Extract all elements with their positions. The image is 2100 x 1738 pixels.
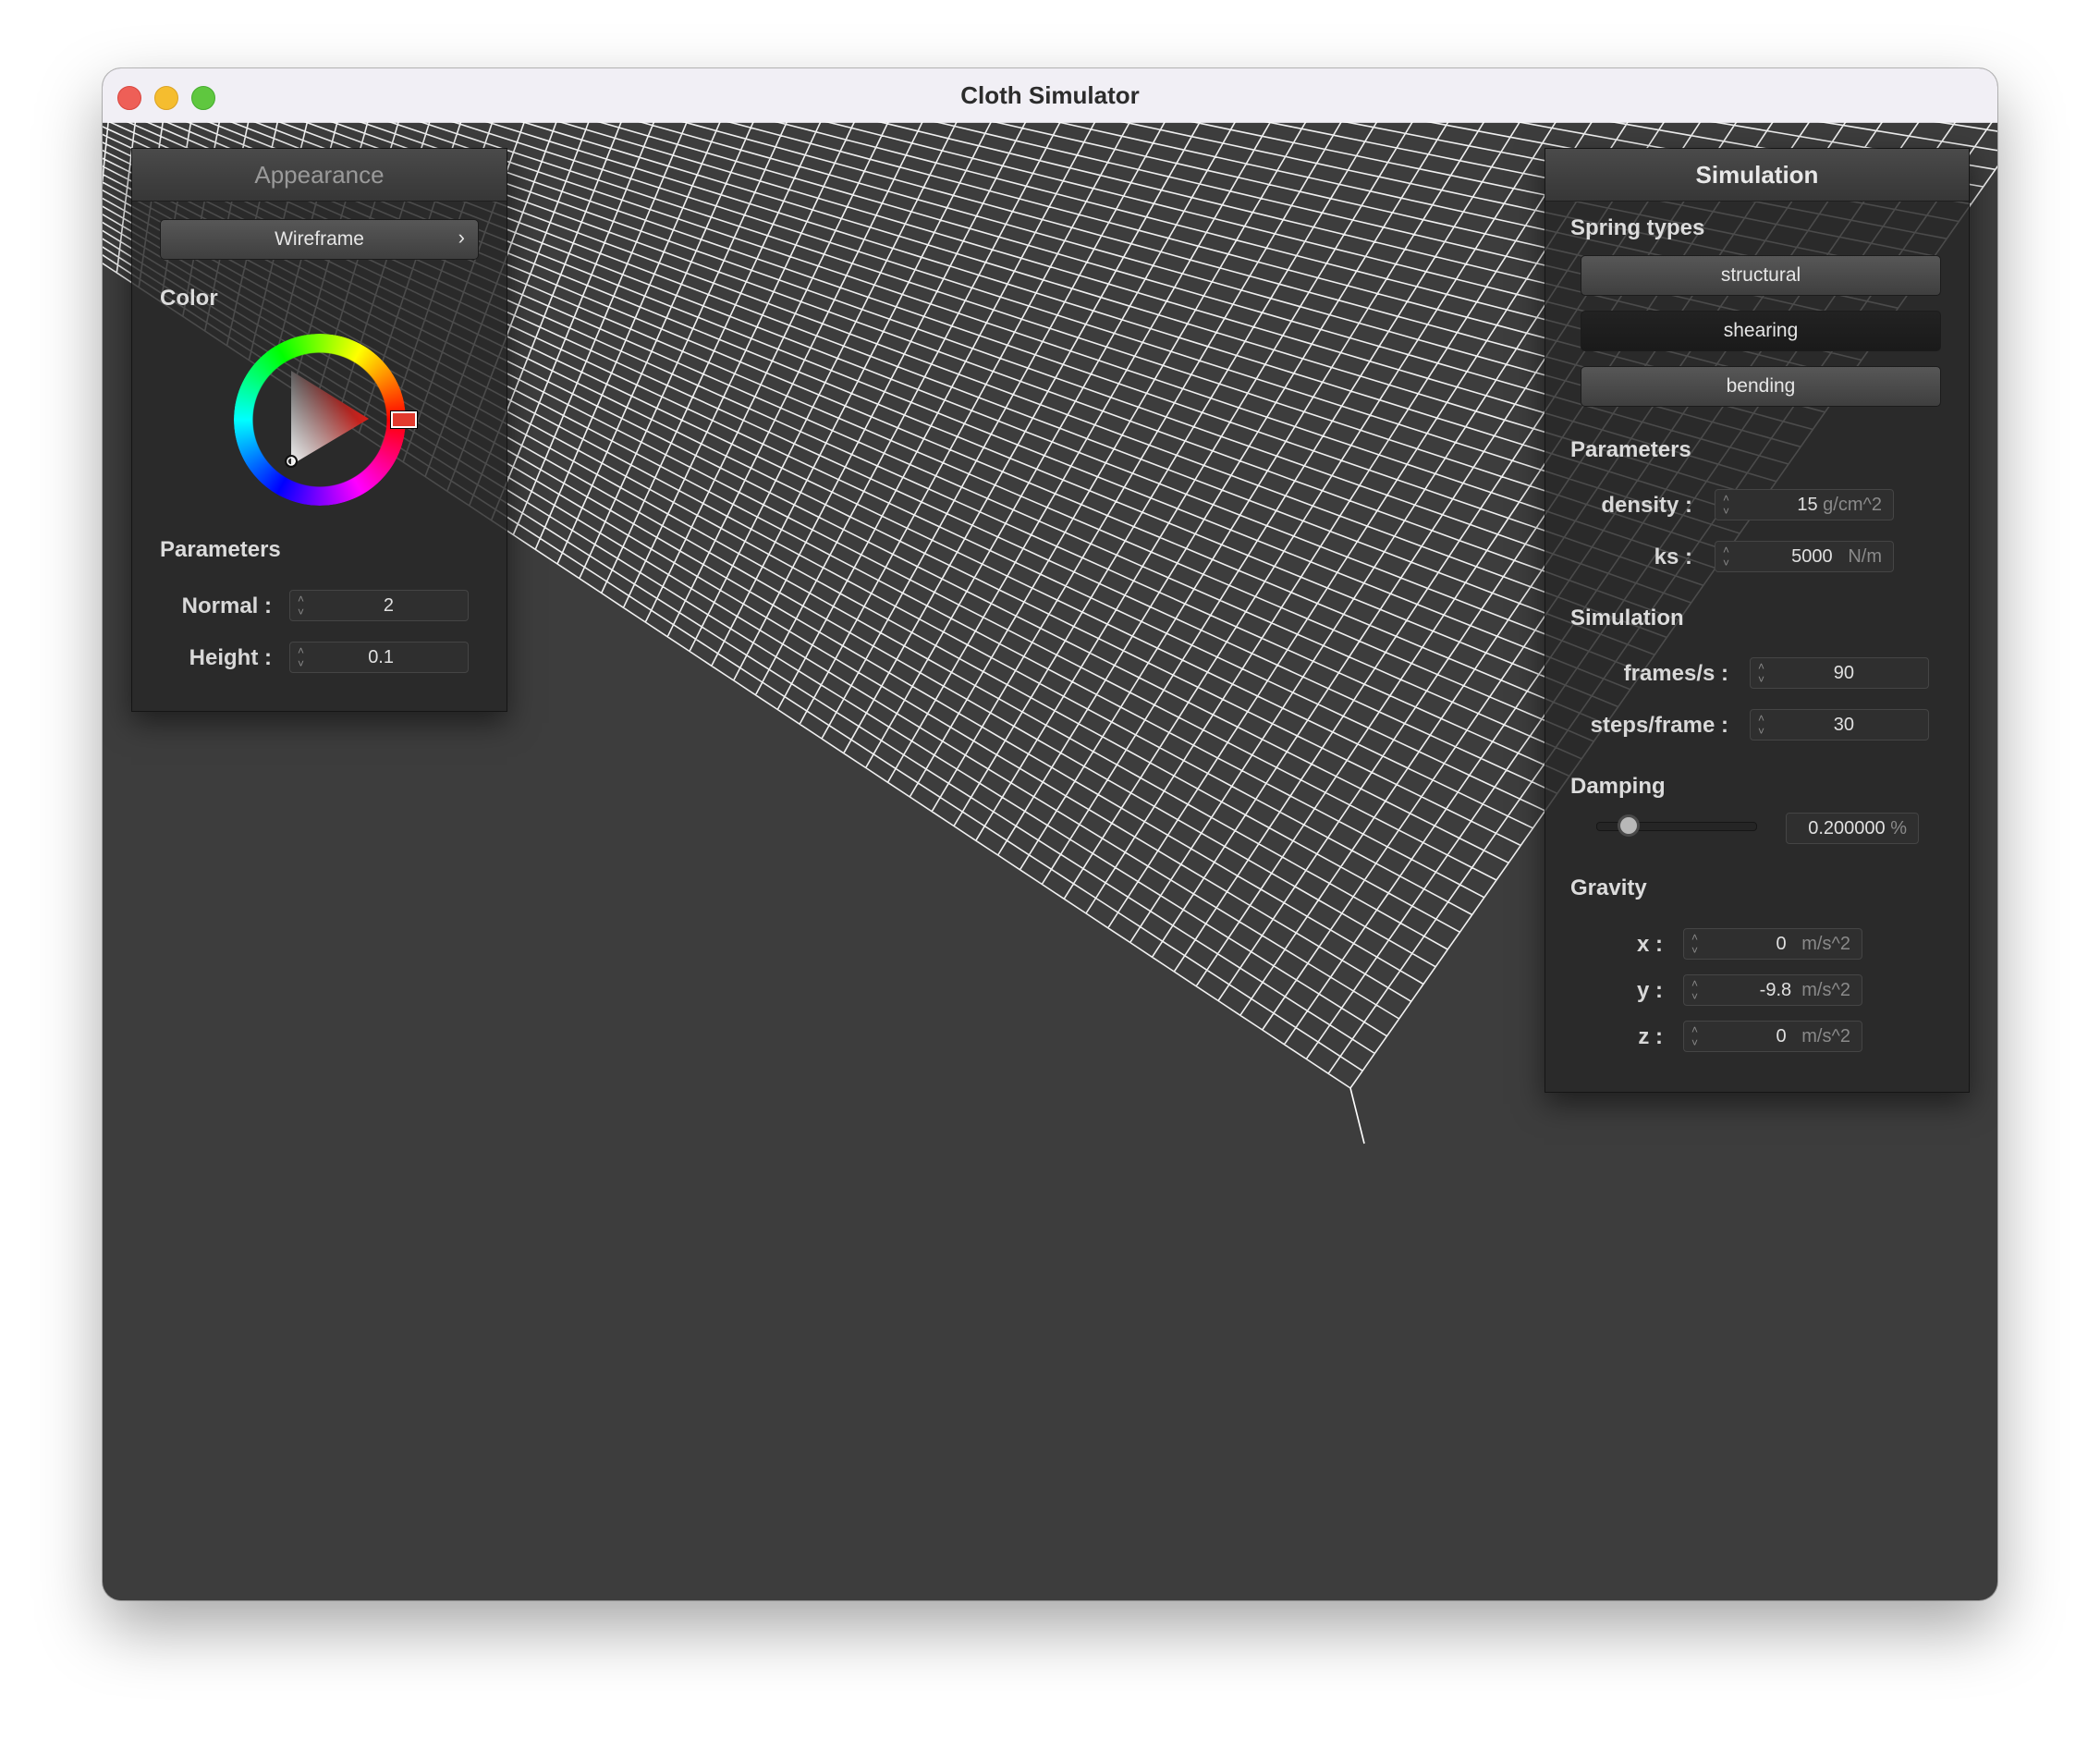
ks-input[interactable]: ˄ ˅ 5000 N/m	[1715, 541, 1894, 572]
damping-input[interactable]: 0.200000 %	[1786, 813, 1919, 844]
spring-bending-label: bending	[1726, 375, 1796, 397]
saturation-triangle[interactable]	[234, 334, 406, 506]
appearance-parameters-label: Parameters	[160, 537, 281, 562]
chevron-right-icon: ›	[458, 226, 465, 249]
gravity-x-unit: m/s^2	[1801, 934, 1850, 954]
stepper-arrows-icon[interactable]: ˄ ˅	[1723, 492, 1734, 518]
ks-unit: N/m	[1848, 546, 1882, 567]
frames-label: frames/s :	[1623, 661, 1728, 686]
gravity-x-value: 0	[1776, 934, 1787, 954]
gravity-z-value: 0	[1776, 1026, 1787, 1046]
stepper-arrows-icon[interactable]: ˄ ˅	[298, 593, 309, 618]
appearance-header: Appearance	[132, 149, 507, 202]
app-window: Cloth Simulator Appearance Wireframe › C…	[103, 68, 1997, 1600]
gravity-x-input[interactable]: ˄ ˅ 0 m/s^2	[1683, 928, 1862, 960]
gravity-y-input[interactable]: ˄ ˅ -9.8 m/s^2	[1683, 974, 1862, 1006]
cloth-corner-edge	[1349, 1087, 1365, 1144]
gravity-z-unit: m/s^2	[1801, 1026, 1850, 1046]
stepper-arrows-icon[interactable]: ˄ ˅	[298, 644, 309, 670]
ks-value: 5000	[1791, 546, 1833, 567]
3d-viewport[interactable]: Appearance Wireframe › Color Parameters …	[103, 122, 1997, 1600]
height-label: Height :	[189, 645, 272, 670]
height-value: 0.1	[368, 647, 394, 667]
density-input[interactable]: ˄ ˅ 15 g/cm^2	[1715, 489, 1894, 520]
gravity-y-unit: m/s^2	[1801, 980, 1850, 1000]
frames-value: 90	[1833, 663, 1854, 683]
height-input[interactable]: ˄ ˅ 0.1	[289, 642, 469, 673]
normal-value: 2	[383, 595, 394, 616]
damping-slider-handle[interactable]	[1618, 814, 1641, 837]
damping-unit: %	[1890, 818, 1907, 838]
gravity-label: Gravity	[1570, 875, 1647, 900]
hue-selector-handle[interactable]	[391, 411, 417, 428]
steps-label: steps/frame :	[1590, 713, 1728, 738]
spring-types-label: Spring types	[1570, 215, 1705, 240]
window-title: Cloth Simulator	[960, 81, 1140, 109]
density-label: density :	[1601, 493, 1692, 518]
stepper-arrows-icon[interactable]: ˄ ˅	[1723, 544, 1734, 569]
spring-shearing-label: shearing	[1723, 320, 1799, 341]
gravity-y-value: -9.8	[1759, 980, 1792, 1000]
gravity-y-label: y :	[1636, 978, 1663, 1003]
shader-dropdown-button[interactable]: Wireframe ›	[160, 219, 479, 260]
spring-shearing-button[interactable]: shearing	[1581, 311, 1941, 351]
stepper-arrows-icon[interactable]: ˄ ˅	[1691, 977, 1703, 1003]
appearance-panel: Appearance Wireframe › Color Parameters …	[131, 148, 507, 712]
normal-label: Normal :	[181, 594, 272, 618]
stepper-arrows-icon[interactable]: ˄ ˅	[1758, 712, 1769, 738]
sim-simulation-label: Simulation	[1570, 606, 1684, 630]
density-unit: g/cm^2	[1823, 495, 1882, 515]
ks-label: ks :	[1654, 545, 1692, 569]
simulation-header: Simulation	[1545, 149, 1969, 202]
steps-input[interactable]: ˄ ˅ 30	[1750, 709, 1929, 740]
stepper-arrows-icon[interactable]: ˄ ˅	[1691, 931, 1703, 957]
steps-value: 30	[1833, 715, 1854, 735]
density-value: 15	[1797, 495, 1818, 515]
color-wheel[interactable]	[234, 334, 417, 506]
simulation-panel: Simulation Spring types structural shear…	[1544, 148, 1970, 1093]
frames-input[interactable]: ˄ ˅ 90	[1750, 657, 1929, 689]
gravity-x-label: x :	[1636, 932, 1663, 957]
shader-dropdown-label: Wireframe	[275, 228, 364, 250]
normal-input[interactable]: ˄ ˅ 2	[289, 590, 469, 621]
spring-bending-button[interactable]: bending	[1581, 366, 1941, 407]
gravity-z-label: z :	[1638, 1024, 1663, 1049]
spring-structural-label: structural	[1720, 264, 1801, 286]
stepper-arrows-icon[interactable]: ˄ ˅	[1758, 660, 1769, 686]
gravity-z-input[interactable]: ˄ ˅ 0 m/s^2	[1683, 1021, 1862, 1052]
damping-value: 0.200000	[1808, 818, 1886, 838]
sim-parameters-label: Parameters	[1570, 437, 1691, 462]
title-bar: Cloth Simulator	[103, 68, 1997, 123]
stepper-arrows-icon[interactable]: ˄ ˅	[1691, 1023, 1703, 1049]
damping-label: Damping	[1570, 774, 1666, 799]
color-label: Color	[160, 286, 218, 311]
spring-structural-button[interactable]: structural	[1581, 255, 1941, 296]
